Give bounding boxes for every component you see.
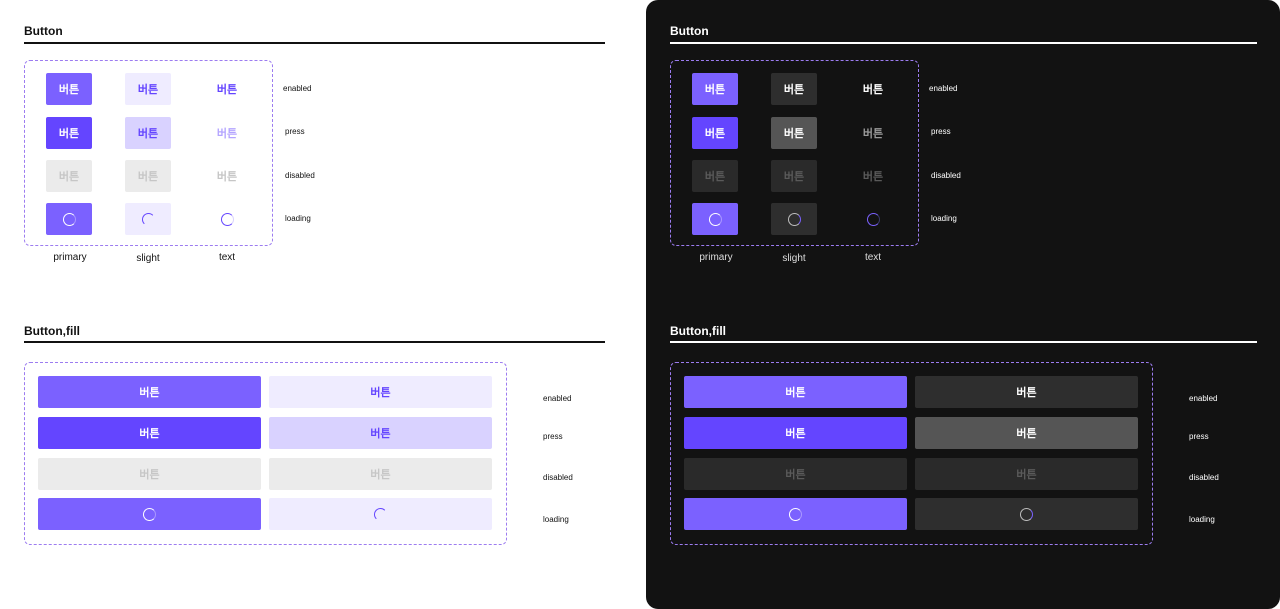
section-title-button-fill: Button,fill <box>670 324 726 338</box>
loading-spinner-icon <box>789 507 802 521</box>
primary-button-enabled[interactable]: 버튼 <box>692 73 738 105</box>
text-button-enabled[interactable]: 버튼 <box>204 73 250 105</box>
slight-fill-button-loading[interactable] <box>915 498 1138 530</box>
text-button-loading[interactable] <box>850 203 896 235</box>
primary-button-disabled: 버튼 <box>692 160 738 192</box>
loading-spinner-icon <box>143 507 156 521</box>
state-label-loading: loading <box>1189 515 1215 524</box>
slight-fill-button-loading[interactable] <box>269 498 492 530</box>
section-divider <box>670 42 1257 44</box>
loading-spinner-icon <box>62 212 76 226</box>
column-label-text: text <box>864 252 882 263</box>
state-label-press: press <box>931 127 951 136</box>
loading-spinner-icon <box>708 212 722 226</box>
light-theme-panel: Button 버튼 버튼 버튼 enabled 버튼 버튼 버튼 press 버… <box>0 0 646 609</box>
state-label-disabled: disabled <box>543 473 573 482</box>
slight-button-disabled: 버튼 <box>125 160 171 192</box>
text-button-loading[interactable] <box>204 203 250 235</box>
state-label-loading: loading <box>285 214 311 223</box>
section-title-button-fill: Button,fill <box>24 324 80 338</box>
state-label-enabled: enabled <box>1189 394 1218 403</box>
section-divider <box>670 341 1257 343</box>
state-label-press: press <box>285 127 305 136</box>
column-label-text: text <box>218 252 236 263</box>
section-title-button: Button <box>24 24 63 38</box>
primary-fill-button-enabled[interactable]: 버튼 <box>38 376 261 408</box>
text-button-disabled: 버튼 <box>216 171 238 183</box>
primary-button-loading[interactable] <box>692 203 738 235</box>
slight-button-enabled[interactable]: 버튼 <box>771 73 817 105</box>
primary-fill-button-disabled: 버튼 <box>38 458 261 490</box>
slight-fill-button-enabled[interactable]: 버튼 <box>269 376 492 408</box>
state-label-enabled: enabled <box>929 84 958 93</box>
primary-fill-button-loading[interactable] <box>38 498 261 530</box>
state-label-disabled: disabled <box>931 171 961 180</box>
text-button-enabled[interactable]: 버튼 <box>850 73 896 105</box>
slight-button-loading[interactable] <box>771 203 817 235</box>
primary-fill-button-loading[interactable] <box>684 498 907 530</box>
section-divider <box>24 341 605 343</box>
state-label-enabled: enabled <box>283 84 312 93</box>
primary-fill-button-press[interactable]: 버튼 <box>684 417 907 449</box>
state-label-loading: loading <box>543 515 569 524</box>
state-label-disabled: disabled <box>285 171 315 180</box>
text-button-press[interactable]: 버튼 <box>204 117 250 149</box>
slight-button-disabled: 버튼 <box>771 160 817 192</box>
column-label-slight: slight <box>782 253 806 264</box>
loading-spinner-icon <box>220 212 234 226</box>
primary-button-loading[interactable] <box>46 203 92 235</box>
loading-spinner-icon <box>787 212 801 226</box>
slight-button-enabled[interactable]: 버튼 <box>125 73 171 105</box>
state-label-enabled: enabled <box>543 394 572 403</box>
slight-fill-button-press[interactable]: 버튼 <box>269 417 492 449</box>
dark-theme-panel: Button 버튼 버튼 버튼 enabled 버튼 버튼 버튼 press 버… <box>646 0 1280 609</box>
section-title-button: Button <box>670 24 709 38</box>
primary-button-disabled: 버튼 <box>46 160 92 192</box>
primary-button-press[interactable]: 버튼 <box>46 117 92 149</box>
slight-fill-button-enabled[interactable]: 버튼 <box>915 376 1138 408</box>
loading-spinner-icon <box>1020 507 1033 521</box>
slight-button-press[interactable]: 버튼 <box>125 117 171 149</box>
slight-fill-button-press[interactable]: 버튼 <box>915 417 1138 449</box>
slight-fill-button-disabled: 버튼 <box>269 458 492 490</box>
loading-spinner-icon <box>141 212 155 226</box>
column-label-primary: primary <box>53 252 87 263</box>
loading-spinner-icon <box>866 212 880 226</box>
primary-fill-button-disabled: 버튼 <box>684 458 907 490</box>
section-divider <box>24 42 605 44</box>
text-button-disabled: 버튼 <box>862 171 884 183</box>
slight-fill-button-disabled: 버튼 <box>915 458 1138 490</box>
state-label-press: press <box>1189 432 1209 441</box>
primary-button-press[interactable]: 버튼 <box>692 117 738 149</box>
slight-button-press[interactable]: 버튼 <box>771 117 817 149</box>
column-label-slight: slight <box>136 253 160 264</box>
primary-fill-button-enabled[interactable]: 버튼 <box>684 376 907 408</box>
slight-button-loading[interactable] <box>125 203 171 235</box>
state-label-disabled: disabled <box>1189 473 1219 482</box>
primary-fill-button-press[interactable]: 버튼 <box>38 417 261 449</box>
state-label-press: press <box>543 432 563 441</box>
text-button-press[interactable]: 버튼 <box>850 117 896 149</box>
loading-spinner-icon <box>374 507 387 521</box>
column-label-primary: primary <box>699 252 733 263</box>
primary-button-enabled[interactable]: 버튼 <box>46 73 92 105</box>
state-label-loading: loading <box>931 214 957 223</box>
